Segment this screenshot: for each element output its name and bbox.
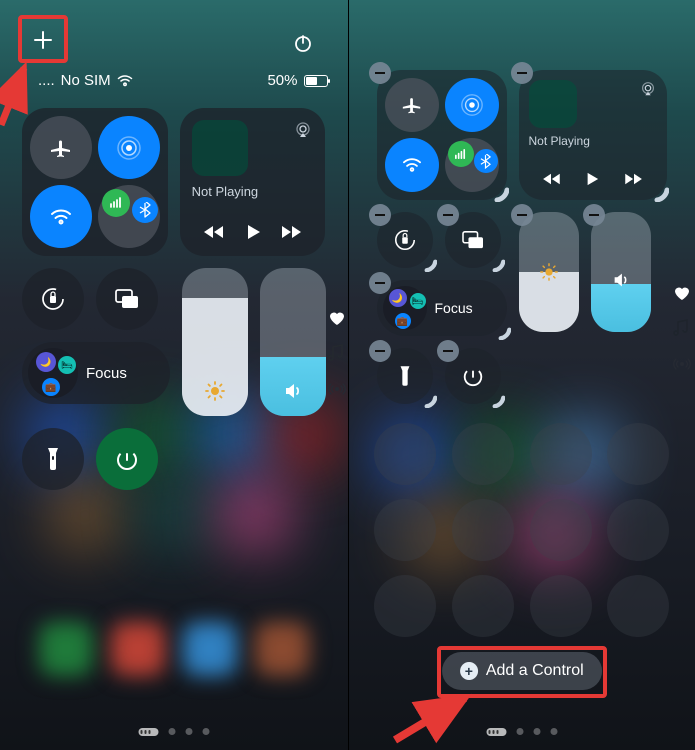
empty-slot[interactable]: [607, 423, 669, 485]
connectivity-module-edit[interactable]: [377, 70, 507, 200]
brightness-slider-r[interactable]: [519, 212, 579, 332]
orientation-lock-toggle[interactable]: [22, 268, 84, 330]
empty-slot[interactable]: [452, 423, 514, 485]
volume-slider-r[interactable]: [591, 212, 651, 332]
airdrop-toggle[interactable]: [98, 116, 160, 179]
add-control-button[interactable]: + Add a Control: [442, 652, 602, 690]
add-control-label: Add a Control: [486, 662, 584, 680]
empty-slot[interactable]: [607, 499, 669, 561]
power-button[interactable]: [288, 28, 318, 58]
music-icon-r[interactable]: [673, 319, 691, 337]
resize-handle[interactable]: [641, 174, 669, 202]
page-indicator[interactable]: [138, 728, 209, 736]
brightness-icon-r: [539, 262, 559, 282]
airplay-icon-r[interactable]: [639, 80, 657, 98]
screen-mirroring-button[interactable]: [96, 268, 158, 330]
empty-slot[interactable]: [452, 575, 514, 637]
volume-icon-r: [611, 270, 631, 290]
empty-slot[interactable]: [374, 423, 436, 485]
media-artwork-r: [529, 80, 577, 128]
side-shortcuts-r: [673, 285, 691, 373]
empty-slot[interactable]: [452, 499, 514, 561]
airplane-toggle[interactable]: [30, 116, 92, 179]
favorites-icon-r[interactable]: [673, 285, 691, 301]
remove-badge[interactable]: [437, 204, 459, 226]
flashlight-button[interactable]: [22, 428, 84, 490]
media-status-text-r: Not Playing: [529, 134, 657, 148]
page-indicator-r[interactable]: [486, 728, 557, 736]
media-module[interactable]: Not Playing: [180, 108, 326, 256]
resize-handle[interactable]: [481, 174, 509, 202]
airplay-icon[interactable]: [293, 120, 313, 140]
remove-badge[interactable]: [369, 204, 391, 226]
focus-orb: 🌙 🛏 💼: [28, 348, 78, 398]
remove-badge[interactable]: [369, 340, 391, 362]
music-icon[interactable]: [328, 344, 346, 362]
volume-slider[interactable]: [260, 268, 326, 416]
media-status-text: Not Playing: [192, 184, 314, 199]
empty-slot[interactable]: [374, 499, 436, 561]
empty-slot[interactable]: [530, 575, 592, 637]
add-button[interactable]: [30, 27, 56, 53]
battery-text: 50%: [267, 72, 297, 89]
hotspot-icon-r[interactable]: [673, 355, 691, 373]
dock-blur: [30, 622, 318, 686]
carrier-text: No SIM: [61, 72, 111, 89]
media-artwork: [192, 120, 248, 176]
rewind-button[interactable]: [202, 224, 224, 240]
play-button-r[interactable]: [585, 172, 599, 186]
side-shortcuts: [328, 310, 346, 398]
favorites-icon[interactable]: [328, 310, 346, 326]
wifi-toggle-r[interactable]: [385, 138, 439, 192]
airplane-toggle-r[interactable]: [385, 78, 439, 132]
empty-slot[interactable]: [530, 499, 592, 561]
forward-button[interactable]: [281, 224, 303, 240]
media-module-edit[interactable]: Not Playing: [519, 70, 667, 200]
connectivity-module[interactable]: [22, 108, 168, 256]
focus-module[interactable]: 🌙 🛏 💼 Focus: [22, 342, 170, 404]
wifi-toggle[interactable]: [30, 185, 92, 248]
resize-handle[interactable]: [413, 384, 437, 408]
remove-badge[interactable]: [511, 204, 533, 226]
cellular-bluetooth-cluster[interactable]: [98, 185, 160, 248]
hotspot-icon[interactable]: [328, 380, 346, 398]
control-center-normal: .... No SIM 50%: [0, 0, 348, 750]
signal-dots: ....: [38, 72, 55, 89]
remove-badge[interactable]: [583, 204, 605, 226]
empty-slot[interactable]: [607, 575, 669, 637]
resize-handle[interactable]: [487, 316, 511, 340]
rewind-button-r[interactable]: [541, 172, 561, 186]
resize-handle[interactable]: [481, 384, 505, 408]
focus-orb-r: 🌙 🛏 💼: [383, 286, 427, 330]
resize-handle[interactable]: [481, 248, 505, 272]
plus-circle-icon: +: [460, 662, 478, 680]
resize-handle[interactable]: [413, 248, 437, 272]
play-button[interactable]: [245, 224, 261, 240]
airdrop-toggle-r[interactable]: [445, 78, 499, 132]
focus-label-r: Focus: [435, 300, 473, 316]
wifi-icon: [117, 75, 133, 87]
remove-badge[interactable]: [437, 340, 459, 362]
control-center-edit: Not Playing: [348, 0, 695, 750]
timer-button[interactable]: [96, 428, 158, 490]
focus-label: Focus: [86, 365, 127, 382]
brightness-icon: [204, 380, 226, 402]
empty-slot[interactable]: [374, 575, 436, 637]
empty-slots-grid: [371, 420, 674, 640]
remove-badge[interactable]: [369, 272, 391, 294]
status-bar: .... No SIM 50%: [38, 72, 328, 89]
battery-icon: [304, 75, 328, 87]
remove-badge[interactable]: [369, 62, 391, 84]
brightness-slider[interactable]: [182, 268, 248, 416]
volume-icon: [282, 380, 304, 402]
empty-slot[interactable]: [530, 423, 592, 485]
remove-badge[interactable]: [511, 62, 533, 84]
